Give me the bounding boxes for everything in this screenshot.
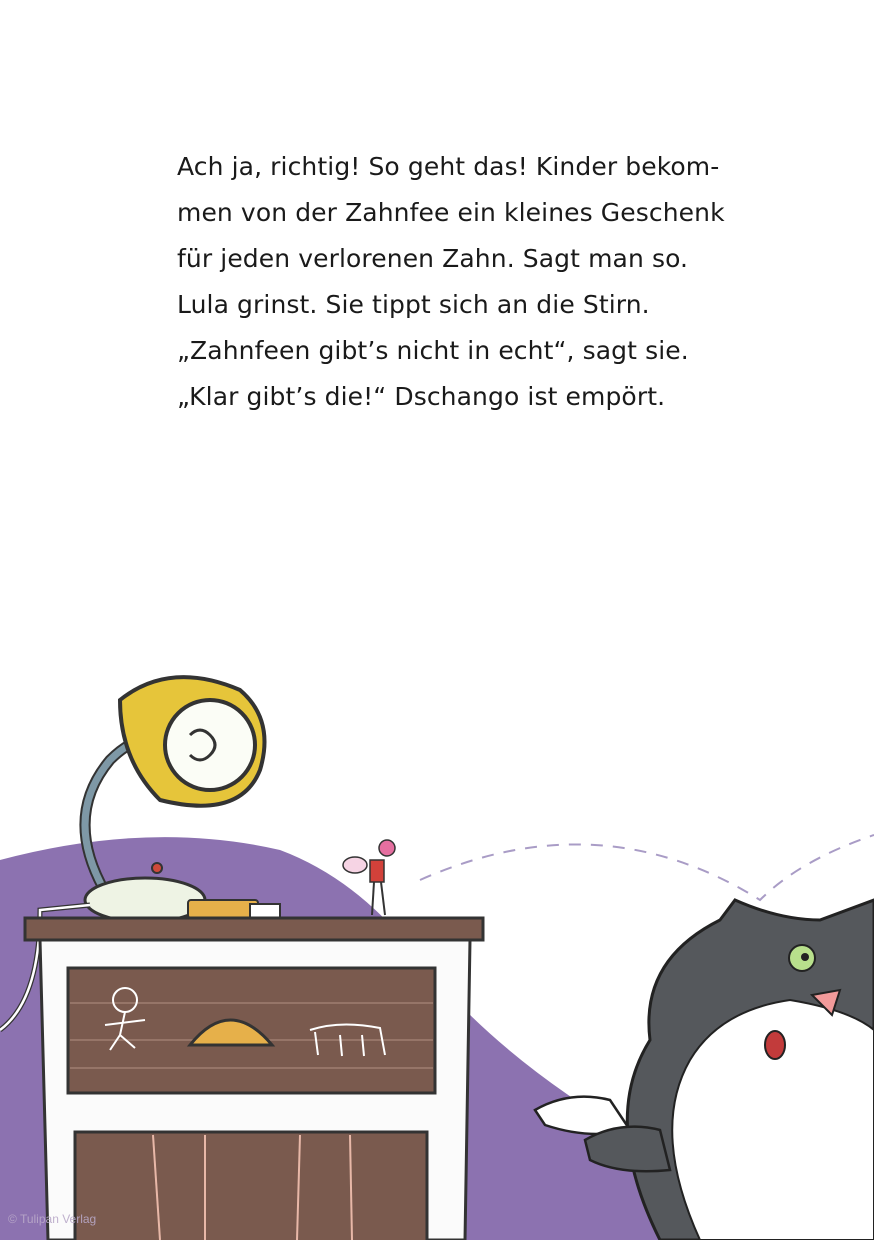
story-line: „Klar gibt’s die!“ Dschango ist empört.: [177, 382, 666, 411]
fairy-flight-path: [419, 834, 874, 902]
story-line: für jeden verlorenen Zahn. Sagt man so.: [177, 244, 689, 273]
copyright-notice: © Tulipan Verlag: [8, 1212, 97, 1226]
story-line: Ach ja, richtig! So geht das! Kinder bek…: [177, 152, 720, 181]
nightstand: [23, 916, 485, 1240]
tube: [187, 899, 259, 919]
story-line: men von der Zahnfee ein kleines Geschenk: [177, 198, 725, 227]
story-line: „Zahnfeen gibt’s nicht in echt“, sagt si…: [177, 336, 689, 365]
story-text: Ach ja, richtig! So geht das! Kinder bek…: [177, 144, 725, 420]
story-line: Lula grinst. Sie tippt sich an die Stirn…: [177, 290, 650, 319]
illustration: [0, 675, 874, 1240]
lower-door: [73, 1130, 429, 1240]
book-page: Ach ja, richtig! So geht das! Kinder bek…: [0, 0, 874, 1240]
